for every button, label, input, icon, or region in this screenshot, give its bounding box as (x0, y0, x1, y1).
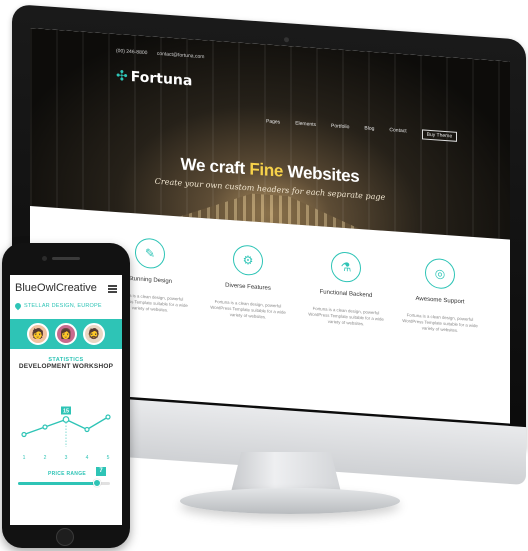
avatar[interactable]: 👩 (55, 323, 77, 345)
flask-icon: ⚗ (331, 251, 361, 284)
nav-item-portfolio[interactable]: Portfolio (331, 123, 349, 134)
main-nav: Pages Elements Portfolio Blog Contact Bu… (266, 119, 458, 142)
stats-title: DEVELOPMENT WORKSHOP (18, 363, 114, 370)
feature-card: ◎ Awesome Support Fortuna is a clean des… (390, 255, 490, 336)
slider-handle[interactable] (93, 479, 102, 487)
x-tick-label: 4 (86, 455, 89, 461)
mobile-brand[interactable]: BlueOwlCreative (15, 282, 117, 294)
hamburger-menu-icon[interactable] (108, 285, 117, 293)
nav-item-blog[interactable]: Blog (364, 125, 374, 136)
mobile-screen: BlueOwlCreative STELLAR DESIGN, EUROPE 🧑… (10, 275, 122, 525)
headline-suffix: Websites (287, 162, 360, 187)
site-logo[interactable]: ✣ Fortuna (116, 68, 192, 89)
feature-title: Functional Backend (319, 289, 373, 299)
feature-desc: Fortuna is a clean design, powerful Word… (402, 312, 478, 333)
map-pin-icon (13, 301, 23, 311)
home-button[interactable] (56, 528, 74, 546)
mini-line-chart: 1 2 3 15 4 5 (16, 401, 116, 463)
buy-theme-button[interactable]: Buy Theme (421, 129, 458, 142)
logo-text: Fortuna (130, 69, 193, 90)
camera-icon (284, 37, 289, 43)
feature-title: Diverse Features (225, 282, 271, 292)
avatar[interactable]: 🧔 (83, 323, 105, 345)
phone-number: (00) 246-8800 (116, 48, 148, 57)
line-chart-svg: 1 2 3 15 4 5 (21, 406, 111, 461)
phone-mockup: BlueOwlCreative STELLAR DESIGN, EUROPE 🧑… (2, 243, 130, 548)
team-band: 🧑 👩 🧔 (10, 319, 122, 349)
email-link[interactable]: contact@fortuna.com (157, 51, 205, 60)
data-point[interactable] (84, 426, 90, 433)
feature-card: ⚙ Diverse Features Fortuna is a clean de… (198, 242, 298, 323)
headline-prefix: We craft (180, 154, 245, 179)
logo-icon: ✣ (116, 68, 128, 85)
data-point[interactable] (21, 431, 27, 438)
x-tick-label: 3 (65, 455, 68, 461)
location-row: STELLAR DESIGN, EUROPE (10, 301, 122, 311)
nav-item-contact[interactable]: Contact (389, 127, 406, 138)
x-tick-label: 5 (107, 455, 110, 461)
slider-fill (18, 482, 98, 485)
data-point[interactable] (42, 424, 48, 430)
x-tick-label: 2 (44, 455, 47, 461)
top-bar: (00) 246-8800 contact@fortuna.com (116, 48, 212, 61)
x-tick-label: 1 (23, 455, 26, 461)
gear-atom-icon: ⚙ (233, 244, 263, 277)
feature-desc: Fortuna is a clean design, powerful Word… (308, 305, 384, 327)
pencil-ruler-icon: ✎ (135, 237, 165, 270)
data-point[interactable] (105, 414, 111, 420)
lifebuoy-icon: ◎ (425, 257, 455, 290)
nav-item-pages[interactable]: Pages (266, 119, 280, 130)
feature-card: ⚗ Functional Backend Fortuna is a clean … (296, 249, 396, 330)
data-point[interactable] (62, 416, 70, 423)
highlight-label: 15 (63, 409, 69, 415)
feature-desc: Fortuna is a clean design, powerful Word… (210, 298, 286, 320)
price-slider[interactable] (18, 479, 110, 487)
monitor-stand-base (180, 488, 400, 514)
nav-item-elements[interactable]: Elements (295, 121, 316, 132)
front-camera-icon (42, 256, 47, 261)
mobile-header: BlueOwlCreative (10, 275, 122, 301)
price-badge: 7 (96, 467, 106, 476)
headline-accent: Fine (249, 159, 284, 181)
hero-banner: (00) 246-8800 contact@fortuna.com ✣ Fortu… (30, 28, 510, 240)
location-text: STELLAR DESIGN, EUROPE (24, 303, 102, 309)
phone-speaker (52, 257, 80, 260)
feature-title: Awesome Support (415, 295, 465, 306)
price-range-label: PRICE RANGE (48, 471, 87, 477)
avatar[interactable]: 🧑 (27, 323, 49, 345)
